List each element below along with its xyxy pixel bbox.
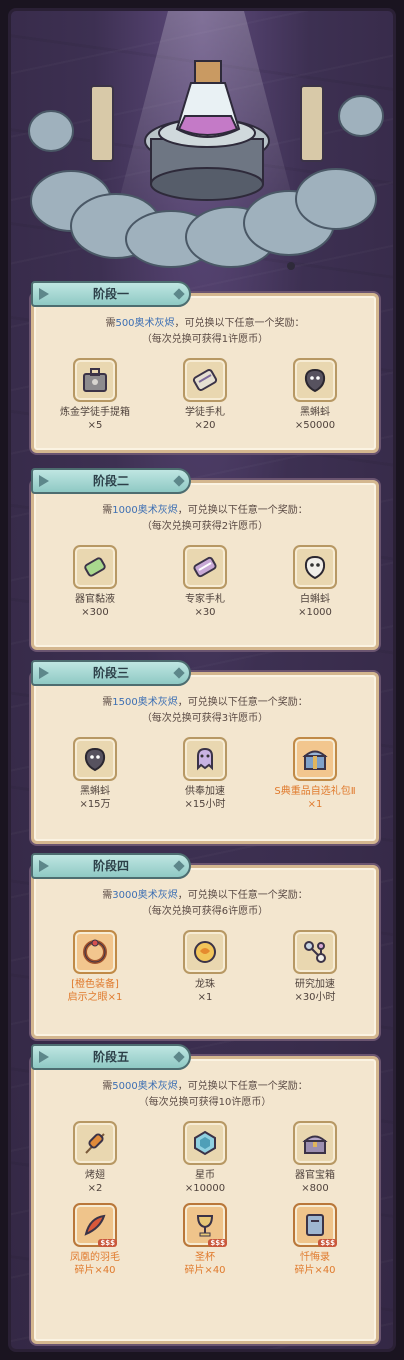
black-tadpole-icon: [73, 737, 117, 781]
expert-scroll-icon: [183, 545, 227, 589]
reward-item[interactable]: 专家手札 ×30: [150, 545, 260, 619]
dragon-orb-icon: [183, 930, 227, 974]
ghost-speedup-icon: [183, 737, 227, 781]
gift-chest-icon: [293, 737, 337, 781]
stage-title: 阶段二: [31, 468, 191, 494]
stage-intro: 需5000奥术灰烬，可兑换以下任意一个奖励： （每次兑换可获得10许愿币）: [102, 1081, 308, 1108]
stage-2-panel: 阶段二 需1000奥术灰烬，可兑换以下任意一个奖励： （每次兑换可获得2许愿币）…: [31, 468, 379, 651]
stage-intro: 需1000奥术灰烬，可兑换以下任意一个奖励： （每次兑换可获得2许愿币）: [102, 505, 308, 532]
reward-item[interactable]: 烤翅 ×2: [40, 1121, 150, 1195]
scroll-icon: [183, 358, 227, 402]
stage-1-panel: 阶段一 需500奥术灰烬，可兑换以下任意一个奖励： （每次兑换可获得1许愿币） …: [31, 281, 379, 453]
skewer-icon: [73, 1121, 117, 1165]
grail-icon: [183, 1203, 227, 1247]
stage-5-panel: 阶段五 需5000奥术灰烬，可兑换以下任意一个奖励： （每次兑换可获得10许愿币…: [31, 1044, 379, 1344]
reward-item[interactable]: [橙色装备] 启示之眼×1: [40, 930, 150, 1004]
stage-body: 需1000奥术灰烬，可兑换以下任意一个奖励： （每次兑换可获得2许愿币） 器官黏…: [31, 480, 379, 650]
reward-item[interactable]: 白蝌蚪 ×1000: [260, 545, 370, 619]
reward-item[interactable]: S典重品自选礼包Ⅱ ×1: [260, 737, 370, 811]
ring-icon: [73, 930, 117, 974]
stage-title: 阶段四: [31, 853, 191, 879]
stage-body: 需1500奥术灰烬，可兑换以下任意一个奖励： （每次兑换可获得3许愿币） 黑蝌蚪…: [31, 672, 379, 844]
white-tadpole-icon: [293, 545, 337, 589]
stage-intro: 需3000奥术灰烬，可兑换以下任意一个奖励： （每次兑换可获得6许愿币）: [102, 890, 308, 917]
reward-item[interactable]: 炼金学徒手提箱 ×5: [40, 358, 150, 432]
briefcase-icon: [73, 358, 117, 402]
reward-item[interactable]: 学徒手札 ×20: [150, 358, 260, 432]
reward-item[interactable]: 龙珠 ×1: [150, 930, 260, 1004]
reward-item[interactable]: 器官黏液 ×300: [40, 545, 150, 619]
hero-illustration: [11, 11, 393, 281]
stage-intro: 需500奥术灰烬，可兑换以下任意一个奖励： （每次兑换可获得1许愿币）: [105, 318, 305, 345]
slime-vial-icon: [73, 545, 117, 589]
stage-body: 需500奥术灰烬，可兑换以下任意一个奖励： （每次兑换可获得1许愿币） 炼金学徒…: [31, 293, 379, 453]
reward-item[interactable]: 黑蝌蚪 ×15万: [40, 737, 150, 811]
tome-icon: [293, 1203, 337, 1247]
reward-item[interactable]: 器官宝箱 ×800: [260, 1121, 370, 1195]
phoenix-feather-icon: [73, 1203, 117, 1247]
reward-item[interactable]: 研究加速 ×30小时: [260, 930, 370, 1004]
treasure-chest-icon: [293, 1121, 337, 1165]
event-panel: 阶段一 需500奥术灰烬，可兑换以下任意一个奖励： （每次兑换可获得1许愿币） …: [8, 8, 396, 1352]
reward-item[interactable]: 黑蝌蚪 ×50000: [260, 358, 370, 432]
research-icon: [293, 930, 337, 974]
reward-item[interactable]: 忏悔录 碎片×40: [260, 1203, 370, 1277]
reward-item[interactable]: 圣杯 碎片×40: [150, 1203, 260, 1277]
stage-body: 需5000奥术灰烬，可兑换以下任意一个奖励： （每次兑换可获得10许愿币） 烤翅…: [31, 1056, 379, 1344]
stage-title: 阶段三: [31, 660, 191, 686]
black-tadpole-icon: [293, 358, 337, 402]
stage-intro: 需1500奥术灰烬，可兑换以下任意一个奖励： （每次兑换可获得3许愿币）: [102, 697, 308, 724]
reward-item[interactable]: 供奉加速 ×15小时: [150, 737, 260, 811]
stage-4-panel: 阶段四 需3000奥术灰烬，可兑换以下任意一个奖励： （每次兑换可获得6许愿币）…: [31, 853, 379, 1041]
star-coin-icon: [183, 1121, 227, 1165]
stage-title: 阶段五: [31, 1044, 191, 1070]
reward-item[interactable]: 星币 ×10000: [150, 1121, 260, 1195]
stage-body: 需3000奥术灰烬，可兑换以下任意一个奖励： （每次兑换可获得6许愿币） [橙色…: [31, 865, 379, 1039]
reward-item[interactable]: 凤凰的羽毛 碎片×40: [40, 1203, 150, 1277]
stage-3-panel: 阶段三 需1500奥术灰烬，可兑换以下任意一个奖励： （每次兑换可获得3许愿币）…: [31, 660, 379, 845]
stage-title: 阶段一: [31, 281, 191, 307]
